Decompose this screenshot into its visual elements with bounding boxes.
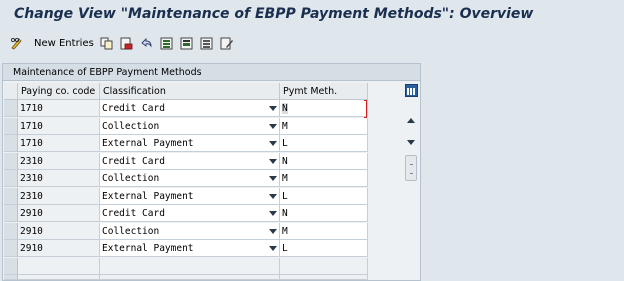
classification-dropdown[interactable]: Collection (100, 223, 280, 240)
application-toolbar: New Entries (0, 31, 624, 55)
table-settings-icon[interactable] (405, 84, 418, 97)
classification-value: Collection (102, 226, 160, 237)
table-control-panel: Maintenance of EBPP Payment Methods Payi… (2, 63, 421, 281)
classification-dropdown[interactable]: External Payment (100, 135, 280, 152)
select-all-icon (160, 37, 173, 49)
cell-paying-co-code: 1710 (18, 100, 100, 117)
scroll-down-icon[interactable] (407, 140, 415, 145)
classification-value: External Payment (102, 191, 194, 202)
classification-value: Credit Card (102, 103, 165, 114)
delete-icon (120, 37, 133, 49)
new-entries-button[interactable]: New Entries (10, 35, 94, 51)
cell-paying-co-code: 2310 (18, 188, 100, 205)
classification-value: Credit Card (102, 156, 165, 167)
empty-cell (18, 275, 100, 280)
classification-value: Collection (102, 121, 160, 132)
row-selector[interactable] (4, 135, 18, 152)
cell-paying-co-code: 2310 (18, 153, 100, 170)
chevron-down-icon[interactable] (269, 194, 277, 199)
payment-method-input[interactable]: N (280, 205, 368, 222)
classification-value: External Payment (102, 138, 194, 149)
print-button[interactable] (220, 35, 233, 51)
row-selector[interactable] (4, 170, 18, 187)
select-all-button[interactable] (160, 35, 173, 51)
copy-button[interactable] (100, 35, 113, 51)
pencil-glasses-icon (10, 37, 22, 49)
chevron-down-icon[interactable] (269, 176, 277, 181)
empty-cell (18, 258, 100, 275)
classification-dropdown[interactable]: Credit Card (100, 153, 280, 170)
panel-title: Maintenance of EBPP Payment Methods (3, 64, 420, 81)
payment-method-input[interactable]: L (280, 135, 368, 152)
classification-dropdown[interactable]: Credit Card (100, 205, 280, 222)
classification-value: Credit Card (102, 208, 165, 219)
payment-method-input[interactable]: M (280, 223, 368, 240)
row-selector[interactable] (4, 205, 18, 222)
cell-paying-co-code: 1710 (18, 118, 100, 135)
payment-method-input[interactable]: M (280, 118, 368, 135)
chevron-down-icon[interactable] (269, 106, 277, 111)
select-block-button[interactable] (180, 35, 193, 51)
column-header-classification[interactable]: Classification (100, 83, 280, 100)
input-focus-marker (364, 100, 367, 118)
empty-cell (100, 258, 280, 275)
title-bar: Change View "Maintenance of EBPP Payment… (0, 0, 624, 30)
empty-cell (280, 275, 368, 280)
column-header-pymt-meth[interactable]: Pymt Meth. (280, 83, 368, 100)
classification-dropdown[interactable]: Collection (100, 118, 280, 135)
row-selector[interactable] (4, 118, 18, 135)
scrollbar-thumb[interactable] (405, 155, 417, 181)
select-block-icon (180, 37, 193, 49)
cell-paying-co-code: 2910 (18, 205, 100, 222)
row-selector[interactable] (4, 100, 18, 117)
copy-icon (100, 37, 113, 49)
payment-method-value: N (282, 103, 288, 114)
chevron-down-icon[interactable] (269, 211, 277, 216)
classification-dropdown[interactable]: External Payment (100, 240, 280, 257)
payment-method-input[interactable]: L (280, 188, 368, 205)
print-icon (220, 37, 233, 49)
cell-paying-co-code: 2910 (18, 223, 100, 240)
payment-method-input[interactable]: N (280, 153, 368, 170)
classification-dropdown[interactable]: Collection (100, 170, 280, 187)
classification-dropdown[interactable]: Credit Card (100, 100, 280, 117)
row-selector[interactable] (4, 223, 18, 240)
row-selector[interactable] (4, 258, 18, 275)
row-selector[interactable] (4, 275, 18, 280)
payment-method-input[interactable]: M (280, 170, 368, 187)
cell-paying-co-code: 2310 (18, 170, 100, 187)
undo-icon (141, 37, 152, 47)
select-all-rows-corner[interactable] (4, 83, 18, 100)
chevron-down-icon[interactable] (269, 159, 277, 164)
chevron-down-icon[interactable] (269, 246, 277, 251)
row-selector[interactable] (4, 188, 18, 205)
delete-button[interactable] (120, 35, 133, 51)
vertical-scrollbar[interactable] (403, 84, 419, 280)
page-title: Change View "Maintenance of EBPP Payment… (14, 6, 534, 22)
classification-dropdown[interactable]: External Payment (100, 188, 280, 205)
row-selector[interactable] (4, 153, 18, 170)
cell-paying-co-code: 2910 (18, 240, 100, 257)
deselect-all-button[interactable] (200, 35, 213, 51)
classification-value: External Payment (102, 243, 194, 254)
column-header-paying-co-code[interactable]: Paying co. code (18, 83, 100, 100)
deselect-all-icon (200, 37, 213, 49)
chevron-down-icon[interactable] (269, 124, 277, 129)
row-selector[interactable] (4, 240, 18, 257)
payment-method-input[interactable]: L (280, 240, 368, 257)
cell-paying-co-code: 1710 (18, 135, 100, 152)
scroll-up-icon[interactable] (407, 118, 415, 123)
classification-value: Collection (102, 173, 160, 184)
empty-cell (280, 258, 368, 275)
chevron-down-icon[interactable] (269, 229, 277, 234)
empty-cell (100, 275, 280, 280)
new-entries-label: New Entries (34, 37, 94, 49)
chevron-down-icon[interactable] (269, 141, 277, 146)
payment-method-input[interactable]: N (280, 100, 368, 117)
undo-change-button[interactable] (140, 35, 153, 51)
